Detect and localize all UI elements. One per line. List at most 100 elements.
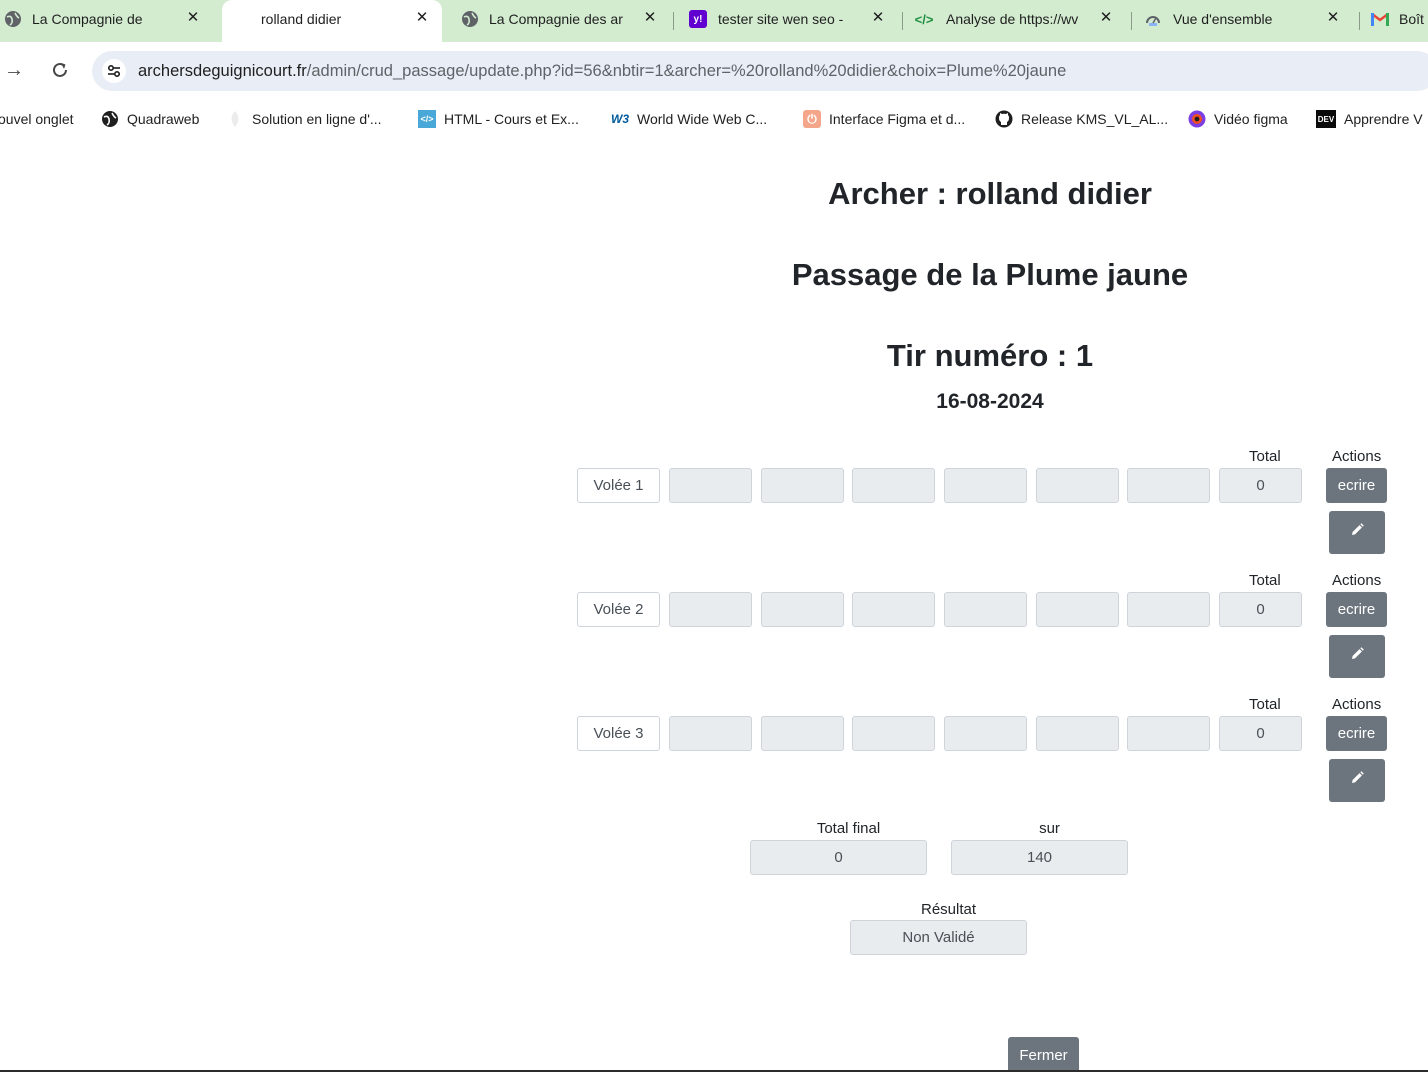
tab-separator bbox=[902, 12, 903, 30]
total-header: Total bbox=[1249, 572, 1281, 589]
actions-header: Actions bbox=[1332, 448, 1382, 465]
volee-label: Volée 1 bbox=[577, 468, 660, 503]
total-final-label: Total final bbox=[816, 820, 881, 837]
volee-label: Volée 2 bbox=[577, 592, 660, 627]
close-icon[interactable]: ✕ bbox=[1324, 9, 1342, 27]
score-input[interactable] bbox=[1127, 592, 1210, 627]
site-settings-icon[interactable] bbox=[102, 59, 126, 83]
score-input[interactable] bbox=[1127, 468, 1210, 503]
actions-header: Actions bbox=[1332, 696, 1382, 713]
score-input[interactable] bbox=[1036, 468, 1119, 503]
ecrire-button[interactable]: ecrire bbox=[1326, 716, 1387, 751]
close-icon[interactable]: ✕ bbox=[413, 9, 431, 27]
reload-icon[interactable] bbox=[46, 56, 74, 84]
score-input[interactable] bbox=[1036, 592, 1119, 627]
score-input[interactable] bbox=[944, 716, 1027, 751]
edit-button[interactable] bbox=[1329, 511, 1385, 554]
bookmark-solution-en-ligne[interactable]: Solution en ligne d'... bbox=[226, 108, 382, 130]
sur-label: sur bbox=[1039, 820, 1060, 837]
close-icon[interactable]: ✕ bbox=[869, 9, 887, 27]
score-input[interactable] bbox=[944, 592, 1027, 627]
browser-window: { "browser": { "tabs": [ {"title": "La C… bbox=[0, 0, 1428, 1072]
score-input[interactable] bbox=[852, 592, 935, 627]
bookmark-video-figma[interactable]: Vidéo figma bbox=[1188, 108, 1288, 130]
tab-strip: La Compagnie des ar ✕ rolland didier ✕ L… bbox=[0, 0, 1428, 42]
tab-separator bbox=[1359, 12, 1360, 30]
page-content: Archer : rolland didier Passage de la Pl… bbox=[0, 138, 1428, 1072]
tab-gmail[interactable]: Boît bbox=[1362, 0, 1428, 42]
score-input[interactable] bbox=[669, 716, 752, 751]
bookmark-interface-figma[interactable]: ⏻ Interface Figma et d... bbox=[803, 108, 965, 130]
url-text[interactable]: archersdeguignicourt.fr/admin/crud_passa… bbox=[138, 62, 1066, 81]
bookmark-label: Interface Figma et d... bbox=[829, 111, 966, 127]
score-input[interactable] bbox=[669, 592, 752, 627]
close-icon[interactable]: ✕ bbox=[641, 9, 659, 27]
score-input[interactable] bbox=[669, 468, 752, 503]
score-input[interactable] bbox=[1127, 716, 1210, 751]
archer-title: Archer : rolland didier bbox=[828, 176, 1152, 211]
resultat-field: Non Validé bbox=[850, 920, 1027, 955]
tab-compagnie-1[interactable]: La Compagnie des ar ✕ bbox=[0, 0, 218, 42]
tab-tester-seo[interactable]: y! tester site wen seo - ✕ bbox=[676, 0, 898, 42]
bookmark-release-kms[interactable]: Release KMS_VL_AL... bbox=[995, 108, 1168, 130]
score-input[interactable] bbox=[1036, 716, 1119, 751]
w3c-icon: W3 bbox=[611, 112, 629, 126]
bookmark-label: HTML - Cours et Ex... bbox=[444, 111, 579, 127]
score-input[interactable] bbox=[761, 468, 844, 503]
total-final-field: 0 bbox=[750, 840, 927, 875]
tab-title: La Compagnie des ar bbox=[489, 11, 623, 27]
tab-title: tester site wen seo - bbox=[718, 11, 844, 27]
bookmarks-bar: ouvel onglet Quadraweb Solution en ligne… bbox=[0, 100, 1428, 138]
fermer-button[interactable]: Fermer bbox=[1008, 1037, 1079, 1072]
volee-total-field: 0 bbox=[1219, 468, 1302, 503]
address-bar[interactable]: archersdeguignicourt.fr/admin/crud_passa… bbox=[92, 51, 1428, 91]
bookmark-w3c[interactable]: W3 World Wide Web C... bbox=[611, 108, 767, 130]
dev-icon: DEV bbox=[1316, 110, 1336, 128]
code-icon: </> bbox=[914, 11, 934, 27]
score-input[interactable] bbox=[761, 716, 844, 751]
bookmark-label: Apprendre V bbox=[1344, 111, 1423, 127]
gmail-icon bbox=[1371, 10, 1389, 28]
ecrire-button[interactable]: ecrire bbox=[1326, 592, 1387, 627]
tab-title: Boît bbox=[1399, 11, 1424, 27]
score-input[interactable] bbox=[852, 716, 935, 751]
bookmark-label: Release KMS_VL_AL... bbox=[1021, 111, 1169, 127]
sur-field: 140 bbox=[951, 840, 1128, 875]
tab-analyse[interactable]: </> Analyse de https://wv ✕ bbox=[905, 0, 1127, 42]
edit-button[interactable] bbox=[1329, 635, 1385, 678]
bookmark-apprendre[interactable]: DEV Apprendre V bbox=[1316, 108, 1423, 130]
leaf-icon bbox=[226, 110, 244, 128]
passage-title: Passage de la Plume jaune bbox=[791, 257, 1189, 292]
dashboard-icon bbox=[1144, 10, 1162, 28]
ecrire-button[interactable]: ecrire bbox=[1326, 468, 1387, 503]
bookmark-html-cours[interactable]: </> HTML - Cours et Ex... bbox=[418, 108, 579, 130]
tab-vue-ensemble[interactable]: Vue d'ensemble ✕ bbox=[1134, 0, 1356, 42]
tab-title: Analyse de https://wv bbox=[946, 11, 1079, 27]
resultat-label: Résultat bbox=[920, 901, 977, 918]
forward-arrow-icon[interactable]: → bbox=[0, 56, 28, 84]
tir-title: Tir numéro : 1 bbox=[886, 338, 1094, 373]
close-icon[interactable]: ✕ bbox=[184, 9, 202, 27]
bookmark-label: World Wide Web C... bbox=[637, 111, 768, 127]
score-input[interactable] bbox=[761, 592, 844, 627]
volee-total-field: 0 bbox=[1219, 592, 1302, 627]
power-icon: ⏻ bbox=[803, 110, 821, 128]
globe-icon bbox=[4, 10, 22, 28]
total-header: Total bbox=[1249, 696, 1281, 713]
score-input[interactable] bbox=[944, 468, 1027, 503]
bookmark-label: Vidéo figma bbox=[1214, 111, 1288, 127]
pencil-icon bbox=[1350, 647, 1364, 666]
tab-rolland-didier[interactable]: rolland didier ✕ bbox=[222, 0, 442, 42]
tab-separator bbox=[673, 12, 674, 30]
edit-button[interactable] bbox=[1329, 759, 1385, 802]
bookmark-label: Solution en ligne d'... bbox=[252, 111, 382, 127]
score-input[interactable] bbox=[852, 468, 935, 503]
bookmark-nouvel-onglet[interactable]: ouvel onglet bbox=[0, 108, 74, 130]
volee-total-field: 0 bbox=[1219, 716, 1302, 751]
yahoo-icon: y! bbox=[689, 10, 707, 28]
bookmark-quadraweb[interactable]: Quadraweb bbox=[101, 108, 199, 130]
tab-compagnie-2[interactable]: La Compagnie des ar ✕ bbox=[446, 0, 668, 42]
volee-label: Volée 3 bbox=[577, 716, 660, 751]
figma-icon bbox=[1188, 110, 1206, 128]
close-icon[interactable]: ✕ bbox=[1097, 9, 1115, 27]
